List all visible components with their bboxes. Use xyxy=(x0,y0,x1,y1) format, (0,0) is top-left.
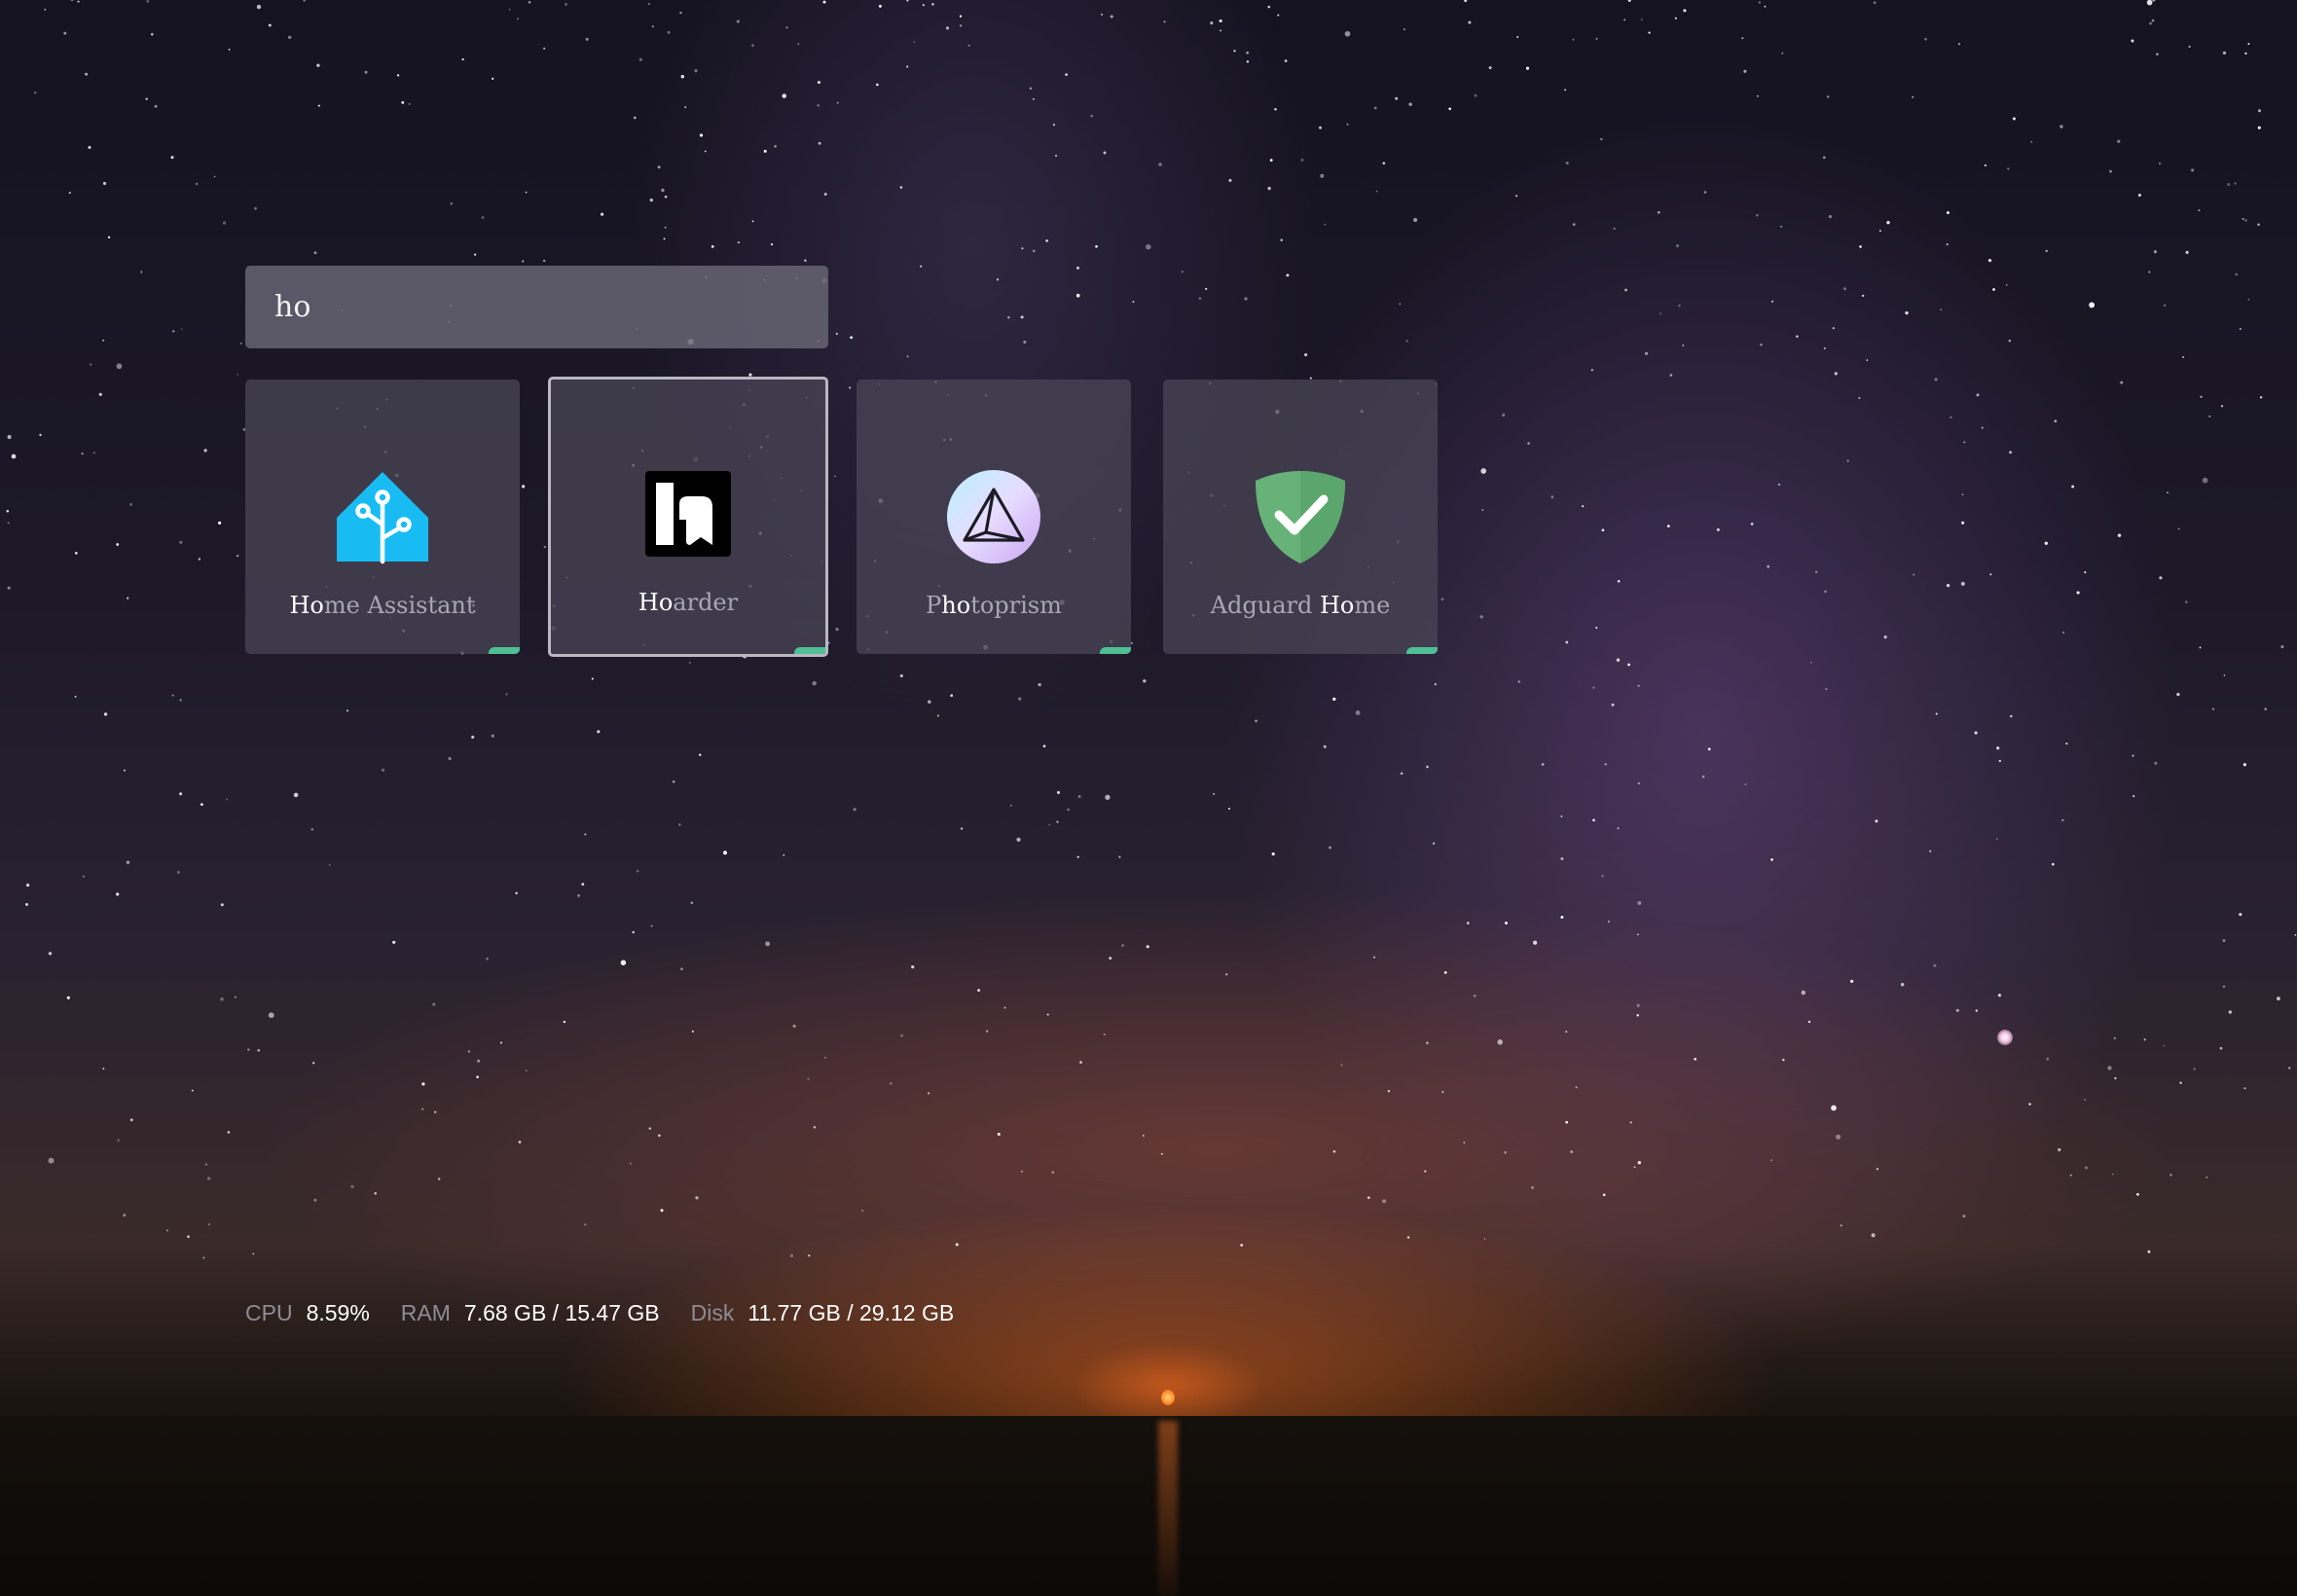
sea-horizon xyxy=(0,1416,2297,1596)
app-label: Home Assistant xyxy=(289,592,476,619)
adguard-shield-icon xyxy=(1256,471,1345,563)
app-label: Photoprism xyxy=(926,592,1062,619)
disk-value: 11.77 GB / 29.12 GB xyxy=(747,1300,955,1325)
status-indicator xyxy=(1100,647,1131,654)
ram-label: RAM xyxy=(400,1300,451,1325)
ram-value: 7.68 GB / 15.47 GB xyxy=(463,1300,660,1325)
home-assistant-icon xyxy=(337,472,428,564)
status-indicator xyxy=(489,647,520,654)
app-tile-adguard-home[interactable]: Adguard Home xyxy=(1163,380,1438,654)
hoarder-icon xyxy=(645,471,731,557)
cpu-value: 8.59% xyxy=(306,1300,370,1325)
app-tile-home-assistant[interactable]: Home Assistant xyxy=(245,380,520,654)
photoprism-icon xyxy=(947,470,1040,563)
app-label: Hoarder xyxy=(638,589,739,616)
status-indicator xyxy=(1406,647,1438,654)
system-stats: CPU 8.59% RAM 7.68 GB / 15.47 GB Disk 11… xyxy=(245,1300,985,1326)
search-input[interactable]: ho xyxy=(245,266,828,348)
search-query-text: ho xyxy=(274,290,311,324)
cpu-label: CPU xyxy=(245,1300,293,1325)
disk-label: Disk xyxy=(690,1300,735,1325)
setting-sun xyxy=(1161,1390,1175,1405)
app-tile-hoarder[interactable]: Hoarder xyxy=(548,377,828,657)
app-label: Adguard Home xyxy=(1210,592,1391,619)
status-indicator xyxy=(794,647,825,654)
sun-reflection xyxy=(1158,1421,1178,1596)
app-tile-photoprism[interactable]: Photoprism xyxy=(857,380,1131,654)
bright-planet xyxy=(1997,1030,2013,1045)
